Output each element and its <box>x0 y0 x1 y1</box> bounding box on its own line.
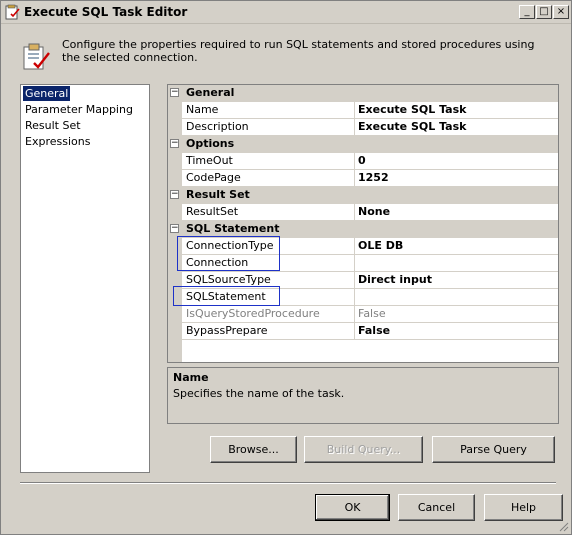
description-panel: Name Specifies the name of the task. <box>167 367 559 424</box>
property-name: Name <box>182 102 355 119</box>
title-bar[interactable]: Execute SQL Task Editor _ □ × <box>1 1 571 24</box>
category-general[interactable]: − General <box>168 85 558 102</box>
highlight-box-sqlstatement <box>173 286 280 306</box>
window-title: Execute SQL Task Editor <box>24 5 188 19</box>
category-options[interactable]: − Options <box>168 136 558 153</box>
property-name: TimeOut <box>182 153 355 170</box>
separator <box>20 482 556 484</box>
ok-button[interactable]: OK <box>315 494 390 521</box>
property-name: Description <box>182 119 355 136</box>
resize-grip-icon[interactable] <box>557 520 569 532</box>
app-icon <box>5 4 20 20</box>
property-row-description[interactable]: Description Execute SQL Task <box>168 119 558 136</box>
property-value[interactable]: Direct input <box>355 272 558 289</box>
close-button[interactable]: × <box>553 5 569 19</box>
property-value[interactable]: False <box>355 323 558 340</box>
nav-item-parameter-mapping[interactable]: Parameter Mapping <box>23 102 135 117</box>
category-label: Result Set <box>186 188 250 201</box>
property-row-codepage[interactable]: CodePage 1252 <box>168 170 558 187</box>
parse-query-button[interactable]: Parse Query <box>432 436 555 463</box>
browse-button[interactable]: Browse... <box>210 436 297 463</box>
property-value[interactable]: 0 <box>355 153 558 170</box>
dialog-window: Execute SQL Task Editor _ □ × Configure … <box>0 0 572 535</box>
property-name: BypassPrepare <box>182 323 355 340</box>
property-value[interactable]: Execute SQL Task <box>355 119 558 136</box>
collapse-icon[interactable]: − <box>170 139 179 148</box>
nav-item-expressions[interactable]: Expressions <box>23 134 92 149</box>
build-query-button[interactable]: Build Query... <box>304 436 423 463</box>
property-name: IsQueryStoredProcedure <box>182 306 355 323</box>
maximize-button[interactable]: □ <box>536 5 552 19</box>
description-title: Name <box>173 371 209 384</box>
description-text: Specifies the name of the task. <box>173 387 345 400</box>
property-value[interactable] <box>355 255 558 272</box>
collapse-icon[interactable]: − <box>170 190 179 199</box>
header-description: Configure the properties required to run… <box>62 38 535 64</box>
property-row-resultset[interactable]: ResultSet None <box>168 204 558 221</box>
collapse-icon[interactable]: − <box>170 224 179 233</box>
property-value[interactable] <box>355 289 558 306</box>
property-value[interactable]: OLE DB <box>355 238 558 255</box>
help-button[interactable]: Help <box>484 494 563 521</box>
nav-item-general[interactable]: General <box>23 86 71 101</box>
category-label: Options <box>186 137 235 150</box>
minimize-button[interactable]: _ <box>519 5 535 19</box>
property-value[interactable]: None <box>355 204 558 221</box>
property-row-isquerystoredprocedure: IsQueryStoredProcedure False <box>168 306 558 323</box>
property-value[interactable]: Execute SQL Task <box>355 102 558 119</box>
nav-item-result-set[interactable]: Result Set <box>23 118 83 133</box>
collapse-icon[interactable]: − <box>170 88 179 97</box>
property-grid: − General Name Execute SQL Task Descript… <box>167 84 559 363</box>
property-row-bypassprepare[interactable]: BypassPrepare False <box>168 323 558 340</box>
category-label: SQL Statement <box>186 222 280 235</box>
property-row-name[interactable]: Name Execute SQL Task <box>168 102 558 119</box>
task-editor-icon <box>23 43 50 70</box>
property-value[interactable]: 1252 <box>355 170 558 187</box>
category-label: General <box>186 86 235 99</box>
highlight-box-connection <box>177 236 280 271</box>
property-row-timeout[interactable]: TimeOut 0 <box>168 153 558 170</box>
property-name: ResultSet <box>182 204 355 221</box>
property-value: False <box>355 306 558 323</box>
category-result-set[interactable]: − Result Set <box>168 187 558 204</box>
property-name: CodePage <box>182 170 355 187</box>
cancel-button[interactable]: Cancel <box>398 494 475 521</box>
